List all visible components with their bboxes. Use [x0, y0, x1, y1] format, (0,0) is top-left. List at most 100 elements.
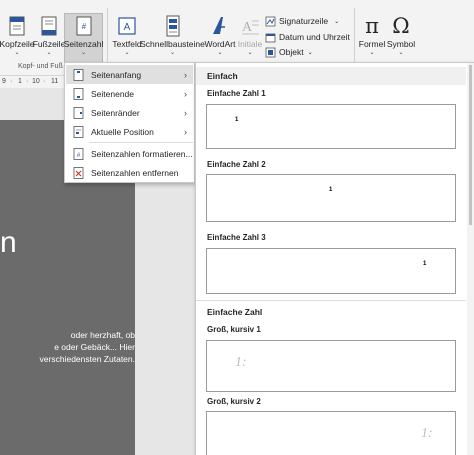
signature-line-button[interactable]: Signaturzeile ⌄: [265, 15, 339, 27]
menu-item-label: Seitenanfang: [91, 69, 142, 80]
chevron-down-icon: ⌄: [80, 50, 87, 56]
ruler-tick: 10: [32, 78, 40, 85]
menu-item-label: Seitenränder: [91, 107, 140, 118]
ruler-tick: 9: [2, 78, 6, 85]
menu-item-label: Aktuelle Position: [91, 126, 154, 137]
menu-item-format-numbers[interactable]: # Seitenzahlen formatieren...: [66, 144, 193, 163]
textbox-icon: A: [118, 17, 136, 35]
header-icon: [9, 16, 25, 36]
page-number-marker: 1: [423, 261, 427, 267]
quickparts-icon: [166, 15, 179, 37]
page-bottom-icon: [73, 87, 84, 100]
footer-icon: [41, 16, 57, 36]
chevron-down-icon: ⌄: [217, 50, 223, 56]
chevron-down-icon: ⌄: [307, 49, 313, 56]
menu-separator: [89, 142, 193, 143]
page-number-marker: 1: [329, 187, 333, 193]
footer-label: Fußzeile: [32, 39, 66, 49]
menu-item-page-top[interactable]: Seitenanfang ›: [66, 65, 193, 84]
quickparts-label: Schnellbausteine: [140, 39, 205, 49]
chevron-down-icon: ⌄: [46, 50, 52, 56]
gallery-section-header: Einfach: [196, 67, 466, 85]
ruler-tick: ·: [26, 78, 29, 85]
page-top-gallery: Einfach Einfache Zahl 1 1 Einfache Zahl …: [195, 62, 474, 455]
object-icon: [265, 47, 276, 57]
chevron-down-icon: ⌄: [247, 50, 253, 56]
current-position-icon: [73, 125, 84, 138]
scrollbar-thumb[interactable]: [469, 65, 472, 225]
formula-label: Formel: [358, 39, 386, 49]
page-top-icon: [73, 68, 84, 81]
svg-text:A: A: [124, 22, 131, 33]
chevron-down-icon: ⌄: [369, 50, 375, 56]
omega-icon: Ω: [392, 14, 410, 38]
document-line: oder herzhaft, ob: [70, 330, 135, 340]
gallery-thumb-large-italic-2[interactable]: 1:: [206, 411, 456, 455]
quickparts-button[interactable]: Schnellbausteine ⌄: [140, 14, 205, 62]
gallery-item-title: Einfache Zahl 2: [207, 160, 266, 169]
menu-item-label: Seitenzahlen formatieren...: [91, 148, 193, 159]
page-number-button[interactable]: # Seitenzahl ⌄: [64, 13, 103, 63]
pi-icon: π: [365, 14, 379, 38]
gallery-thumb-simple-2[interactable]: 1: [206, 174, 456, 222]
gallery-section-header: Einfache Zahl: [196, 303, 466, 321]
textbox-button[interactable]: A Textfeld ⌄: [112, 14, 142, 62]
page-margins-icon: [73, 106, 84, 119]
page-number-menu: Seitenanfang › Seitenende › Seitenränder…: [64, 62, 195, 183]
gallery-thumb-large-italic-1[interactable]: 1:: [206, 340, 456, 392]
wordart-icon: [213, 17, 225, 34]
object-label: Objekt: [279, 47, 304, 57]
group-separator: [354, 8, 355, 68]
menu-item-label: Seitenzahlen entfernen: [91, 167, 179, 178]
group-separator: [107, 8, 108, 68]
textbox-label: Textfeld: [112, 39, 142, 49]
remove-numbers-icon: [73, 166, 84, 179]
gallery-thumb-simple-1[interactable]: 1: [206, 104, 456, 149]
menu-item-current-position[interactable]: Aktuelle Position ›: [66, 122, 193, 141]
gallery-item-title: Groß, kursiv 2: [207, 397, 261, 406]
ruler-tick: 1: [18, 78, 22, 85]
formula-button[interactable]: π Formel ⌄: [357, 14, 387, 62]
gallery-scrollbar[interactable]: [467, 63, 474, 455]
chevron-right-icon: ›: [184, 126, 187, 137]
dropcap-icon: A: [242, 20, 259, 35]
chevron-down-icon: ⌄: [14, 50, 20, 56]
document-line: verschiedensten Zutaten.: [39, 354, 135, 364]
chevron-down-icon: ⌄: [169, 50, 176, 56]
calendar-icon: [265, 33, 276, 42]
date-time-button[interactable]: Datum und Uhrzeit: [265, 31, 350, 43]
symbol-button[interactable]: Ω Symbol ⌄: [386, 14, 416, 62]
page-number-label: Seitenzahl: [63, 39, 104, 49]
header-label: Kopfzeile: [0, 39, 35, 49]
chevron-right-icon: ›: [184, 69, 187, 80]
footer-button[interactable]: Fußzeile ⌄: [32, 14, 66, 62]
date-time-label: Datum und Uhrzeit: [279, 32, 350, 42]
chevron-right-icon: ›: [184, 107, 187, 118]
ruler-tick: ·: [10, 78, 13, 85]
menu-item-page-margins[interactable]: Seitenränder ›: [66, 103, 193, 122]
dropcap-button[interactable]: A Initiale ⌄: [237, 14, 263, 62]
chevron-down-icon: ⌄: [124, 50, 130, 56]
object-button[interactable]: Objekt ⌄: [265, 46, 313, 58]
dropcap-label: Initiale: [237, 39, 263, 49]
document-line: e oder Gebäck... Hier: [54, 342, 135, 352]
wordart-label: WordArt: [204, 39, 236, 49]
document-body-text: oder herzhaft, ob e oder Gebäck... Hier …: [0, 329, 135, 365]
chevron-down-icon: ⌄: [398, 50, 404, 56]
page-number-marker: 1:: [421, 426, 433, 441]
ruler-tick: 11: [51, 78, 59, 85]
gallery-thumb-simple-3[interactable]: 1: [206, 248, 456, 294]
document-heading-fragment: n: [0, 226, 17, 259]
wordart-button[interactable]: WordArt ⌄: [203, 14, 237, 62]
page-number-icon: #: [76, 16, 91, 36]
signature-icon: [265, 16, 276, 26]
signature-label: Signaturzeile: [279, 16, 329, 26]
header-button[interactable]: Kopfzeile ⌄: [0, 14, 34, 62]
menu-item-page-bottom[interactable]: Seitenende ›: [66, 84, 193, 103]
group-label-header-footer: Kopf- und Fuß: [18, 63, 63, 70]
menu-item-label: Seitenende: [91, 88, 135, 99]
svg-text:#: #: [81, 22, 86, 31]
gallery-separator: [196, 300, 466, 301]
chevron-right-icon: ›: [184, 88, 187, 99]
menu-item-remove-numbers[interactable]: Seitenzahlen entfernen: [66, 163, 193, 182]
